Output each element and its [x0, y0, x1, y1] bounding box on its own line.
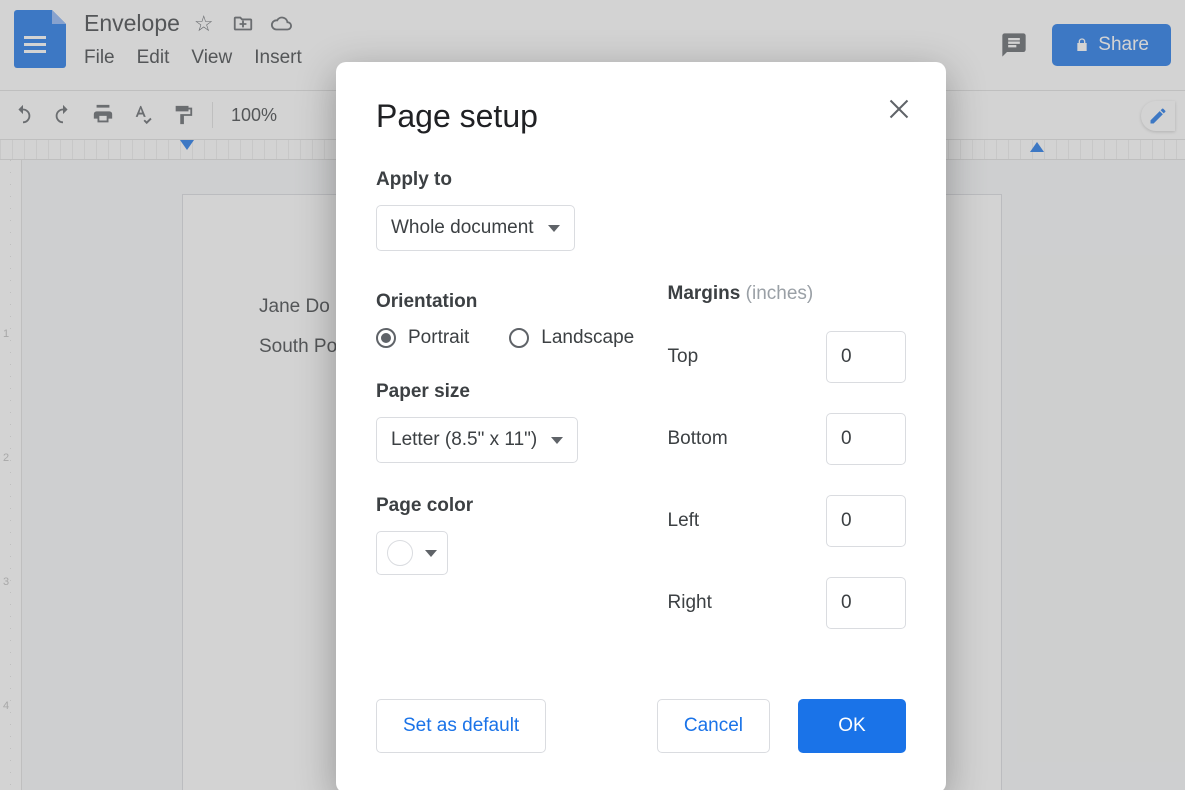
radio-on-icon — [376, 328, 396, 348]
orientation-portrait-radio[interactable]: Portrait — [376, 327, 469, 349]
chevron-down-icon — [551, 437, 563, 444]
menu-edit[interactable]: Edit — [137, 47, 170, 69]
page-color-select[interactable] — [376, 531, 448, 575]
star-icon[interactable]: ☆ — [194, 13, 216, 35]
apply-to-value: Whole document — [391, 217, 534, 239]
set-as-default-button[interactable]: Set as default — [376, 699, 546, 753]
ok-button[interactable]: OK — [798, 699, 906, 753]
menu-file[interactable]: File — [84, 47, 115, 69]
spellcheck-icon[interactable] — [132, 104, 154, 126]
vertical-ruler[interactable]: 1 2 3 4 — [0, 160, 22, 790]
indent-marker-right-icon[interactable] — [1030, 142, 1044, 152]
color-swatch-icon — [387, 540, 413, 566]
margin-right-label: Right — [668, 592, 712, 614]
redo-icon[interactable] — [52, 104, 74, 126]
menubar: File Edit View Insert — [84, 45, 302, 69]
margin-left-input[interactable] — [826, 495, 906, 547]
margin-bottom-label: Bottom — [668, 428, 728, 450]
orientation-portrait-label: Portrait — [408, 327, 469, 349]
comment-history-icon[interactable] — [1000, 31, 1028, 59]
paper-size-label: Paper size — [376, 381, 668, 403]
lock-icon — [1074, 37, 1090, 53]
chevron-down-icon — [425, 550, 437, 557]
margin-top-label: Top — [668, 346, 699, 368]
print-icon[interactable] — [92, 104, 114, 126]
apply-to-label: Apply to — [376, 169, 906, 191]
indent-marker-left-icon[interactable] — [180, 140, 194, 150]
move-to-folder-icon[interactable] — [232, 13, 254, 35]
page-color-label: Page color — [376, 495, 668, 517]
zoom-level[interactable]: 100% — [231, 105, 277, 126]
margins-label: Margins — [668, 283, 741, 304]
cloud-status-icon[interactable] — [270, 13, 292, 35]
close-icon[interactable] — [886, 96, 912, 122]
separator — [212, 102, 213, 128]
page-setup-dialog: Page setup Apply to Whole document Orien… — [336, 62, 946, 790]
share-button-label: Share — [1098, 34, 1149, 56]
dialog-title: Page setup — [376, 98, 906, 135]
margins-unit: (inches) — [746, 283, 814, 304]
document-title[interactable]: Envelope — [84, 10, 180, 37]
margin-right-input[interactable] — [826, 577, 906, 629]
paint-format-icon[interactable] — [172, 104, 194, 126]
paper-size-select[interactable]: Letter (8.5" x 11") — [376, 417, 578, 463]
menu-view[interactable]: View — [191, 47, 232, 69]
chevron-down-icon — [548, 225, 560, 232]
orientation-landscape-label: Landscape — [541, 327, 634, 349]
editing-mode-icon[interactable] — [1141, 101, 1175, 131]
ruler-tick: 2 — [3, 452, 9, 464]
margin-left-label: Left — [668, 510, 700, 532]
menu-insert[interactable]: Insert — [254, 47, 302, 69]
apply-to-select[interactable]: Whole document — [376, 205, 575, 251]
docs-app-icon[interactable] — [14, 10, 66, 68]
paper-size-value: Letter (8.5" x 11") — [391, 429, 537, 451]
radio-off-icon — [509, 328, 529, 348]
orientation-label: Orientation — [376, 291, 668, 313]
share-button[interactable]: Share — [1052, 24, 1171, 66]
ruler-tick: 3 — [3, 576, 9, 588]
ruler-tick: 1 — [3, 328, 9, 340]
margin-bottom-input[interactable] — [826, 413, 906, 465]
cancel-button[interactable]: Cancel — [657, 699, 770, 753]
undo-icon[interactable] — [12, 104, 34, 126]
ruler-tick: 4 — [3, 700, 9, 712]
margin-top-input[interactable] — [826, 331, 906, 383]
orientation-landscape-radio[interactable]: Landscape — [509, 327, 634, 349]
